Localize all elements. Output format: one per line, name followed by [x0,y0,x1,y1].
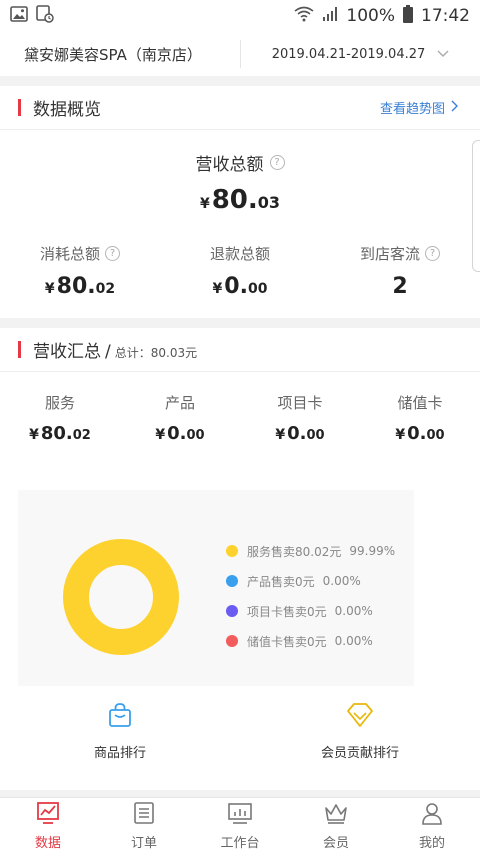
category-stored-value-card: 储值卡 ¥0.00 [360,392,480,444]
visitor-flow: 到店客流 ? 2 [320,243,480,299]
visitor-flow-value: 2 [392,274,408,299]
category-project-card: 项目卡 ¥0.00 [240,392,360,444]
product-ranking-label: 商品排行 [93,746,146,761]
tab-members[interactable]: 会员 [288,798,384,853]
workbench-icon [227,801,253,829]
consumption-value: ¥80.02 [44,274,116,299]
store-name[interactable]: 黛安娜美容SPA（南京店） [0,44,240,65]
overview-title: 数据概览 [33,100,101,120]
header: 黛安娜美容SPA（南京店） 2019.04.21-2019.04.27 [0,32,480,76]
summary-slash: / [105,342,111,362]
help-icon[interactable]: ? [105,246,120,261]
refund-value: ¥0.00 [212,274,268,299]
revenue-summary-card: 营收汇总 / 总计：80.03元 服务 ¥80.02 产品 ¥0.00 项目卡 … [0,328,480,790]
visitor-flow-label: 到店客流 [359,245,420,263]
section-marker [18,341,21,358]
wifi-icon [294,6,314,27]
category-product: 产品 ¥0.00 [120,392,240,444]
crown-icon [323,801,349,829]
ranking-links: 商品排行 会员贡献排行 [0,702,480,761]
help-icon[interactable]: ? [425,246,440,261]
chevron-down-icon [437,47,449,62]
date-range-text: 2019.04.21-2019.04.27 [271,46,426,62]
legend-item-service: 服务售卖80.02元 99.99% [226,536,395,566]
chart-legend: 服务售卖80.02元 99.99% 产品售卖0元 0.00% 项目卡售卖0元 0.00… [226,536,395,656]
donut-chart-panel: 服务售卖80.02元 99.99% 产品售卖0元 0.00% 项目卡售卖0元 0.00… [18,490,414,686]
category-value: ¥0.00 [275,423,325,444]
battery-icon [403,4,413,28]
category-value: ¥0.00 [395,423,445,444]
legend-dot [226,545,238,557]
legend-item-product: 产品售卖0元 0.00% [226,566,395,596]
user-icon [420,801,444,829]
help-icon[interactable]: ? [269,155,285,170]
bottom-tab-bar: 数据 订单 工作台 会员 我的 [0,797,480,853]
donut-slice-0 [63,539,179,655]
refund-label: 退款总额 [209,245,270,263]
consumption-total: 消耗总额 ? ¥80.02 [0,243,160,299]
category-value: ¥0.00 [155,423,205,444]
revenue-total: 营收总额 ? ¥80.03 [0,150,480,215]
member-ranking-button[interactable]: 会员贡献排行 [240,702,480,761]
view-trend-link[interactable]: 查看趋势图 [380,98,458,117]
summary-header: 营收汇总 / 总计：80.03元 [0,328,480,372]
category-row: 服务 ¥80.02 产品 ¥0.00 项目卡 ¥0.00 储值卡 ¥0.00 [0,392,480,444]
date-range-selector[interactable]: 2019.04.21-2019.04.27 [241,47,480,62]
overview-header: 数据概览 查看趋势图 [0,86,480,130]
scroll-handle[interactable] [472,140,480,272]
screenshot-notification-icon [36,5,54,27]
tab-profile[interactable]: 我的 [384,798,480,853]
legend-item-project-card: 项目卡售卖0元 0.00% [226,596,395,626]
consumption-label: 消耗总额 [39,245,100,263]
revenue-total-label: 营收总额 [195,155,264,175]
revenue-total-value: ¥80.03 [199,185,281,215]
tab-data[interactable]: 数据 [0,798,96,853]
legend-item-stored-value-card: 储值卡售卖0元 0.00% [226,626,395,656]
summary-title: 营收汇总 [33,342,101,362]
legend-dot [226,605,238,617]
gallery-icon [10,6,28,26]
category-value: ¥80.02 [29,423,91,444]
legend-dot [226,575,238,587]
shopping-bag-icon [0,702,240,728]
signal-icon [322,6,338,27]
product-ranking-button[interactable]: 商品排行 [0,702,240,761]
member-ranking-label: 会员贡献排行 [320,746,399,761]
battery-percent: 100% [346,6,395,26]
chart-icon [36,801,60,829]
metrics-row: 消耗总额 ? ¥80.02 退款总额 ¥0.00 到店客流 ? 2 [0,243,480,299]
order-icon [132,801,156,829]
overview-card: 数据概览 查看趋势图 营收总额 ? ¥80.03 消耗总额 ? ¥80.02 退… [0,86,480,318]
status-bar: 100% 17:42 [0,0,480,32]
refund-total: 退款总额 ¥0.00 [160,243,320,299]
diamond-icon [240,702,480,728]
clock: 17:42 [421,6,470,26]
legend-dot [226,635,238,647]
chevron-right-icon [451,100,458,116]
tab-orders[interactable]: 订单 [96,798,192,853]
donut-chart [63,539,179,655]
section-marker [18,99,21,116]
summary-total: 总计：80.03元 [114,346,198,360]
category-service: 服务 ¥80.02 [0,392,120,444]
view-trend-label: 查看趋势图 [379,102,445,117]
tab-workbench[interactable]: 工作台 [192,798,288,853]
